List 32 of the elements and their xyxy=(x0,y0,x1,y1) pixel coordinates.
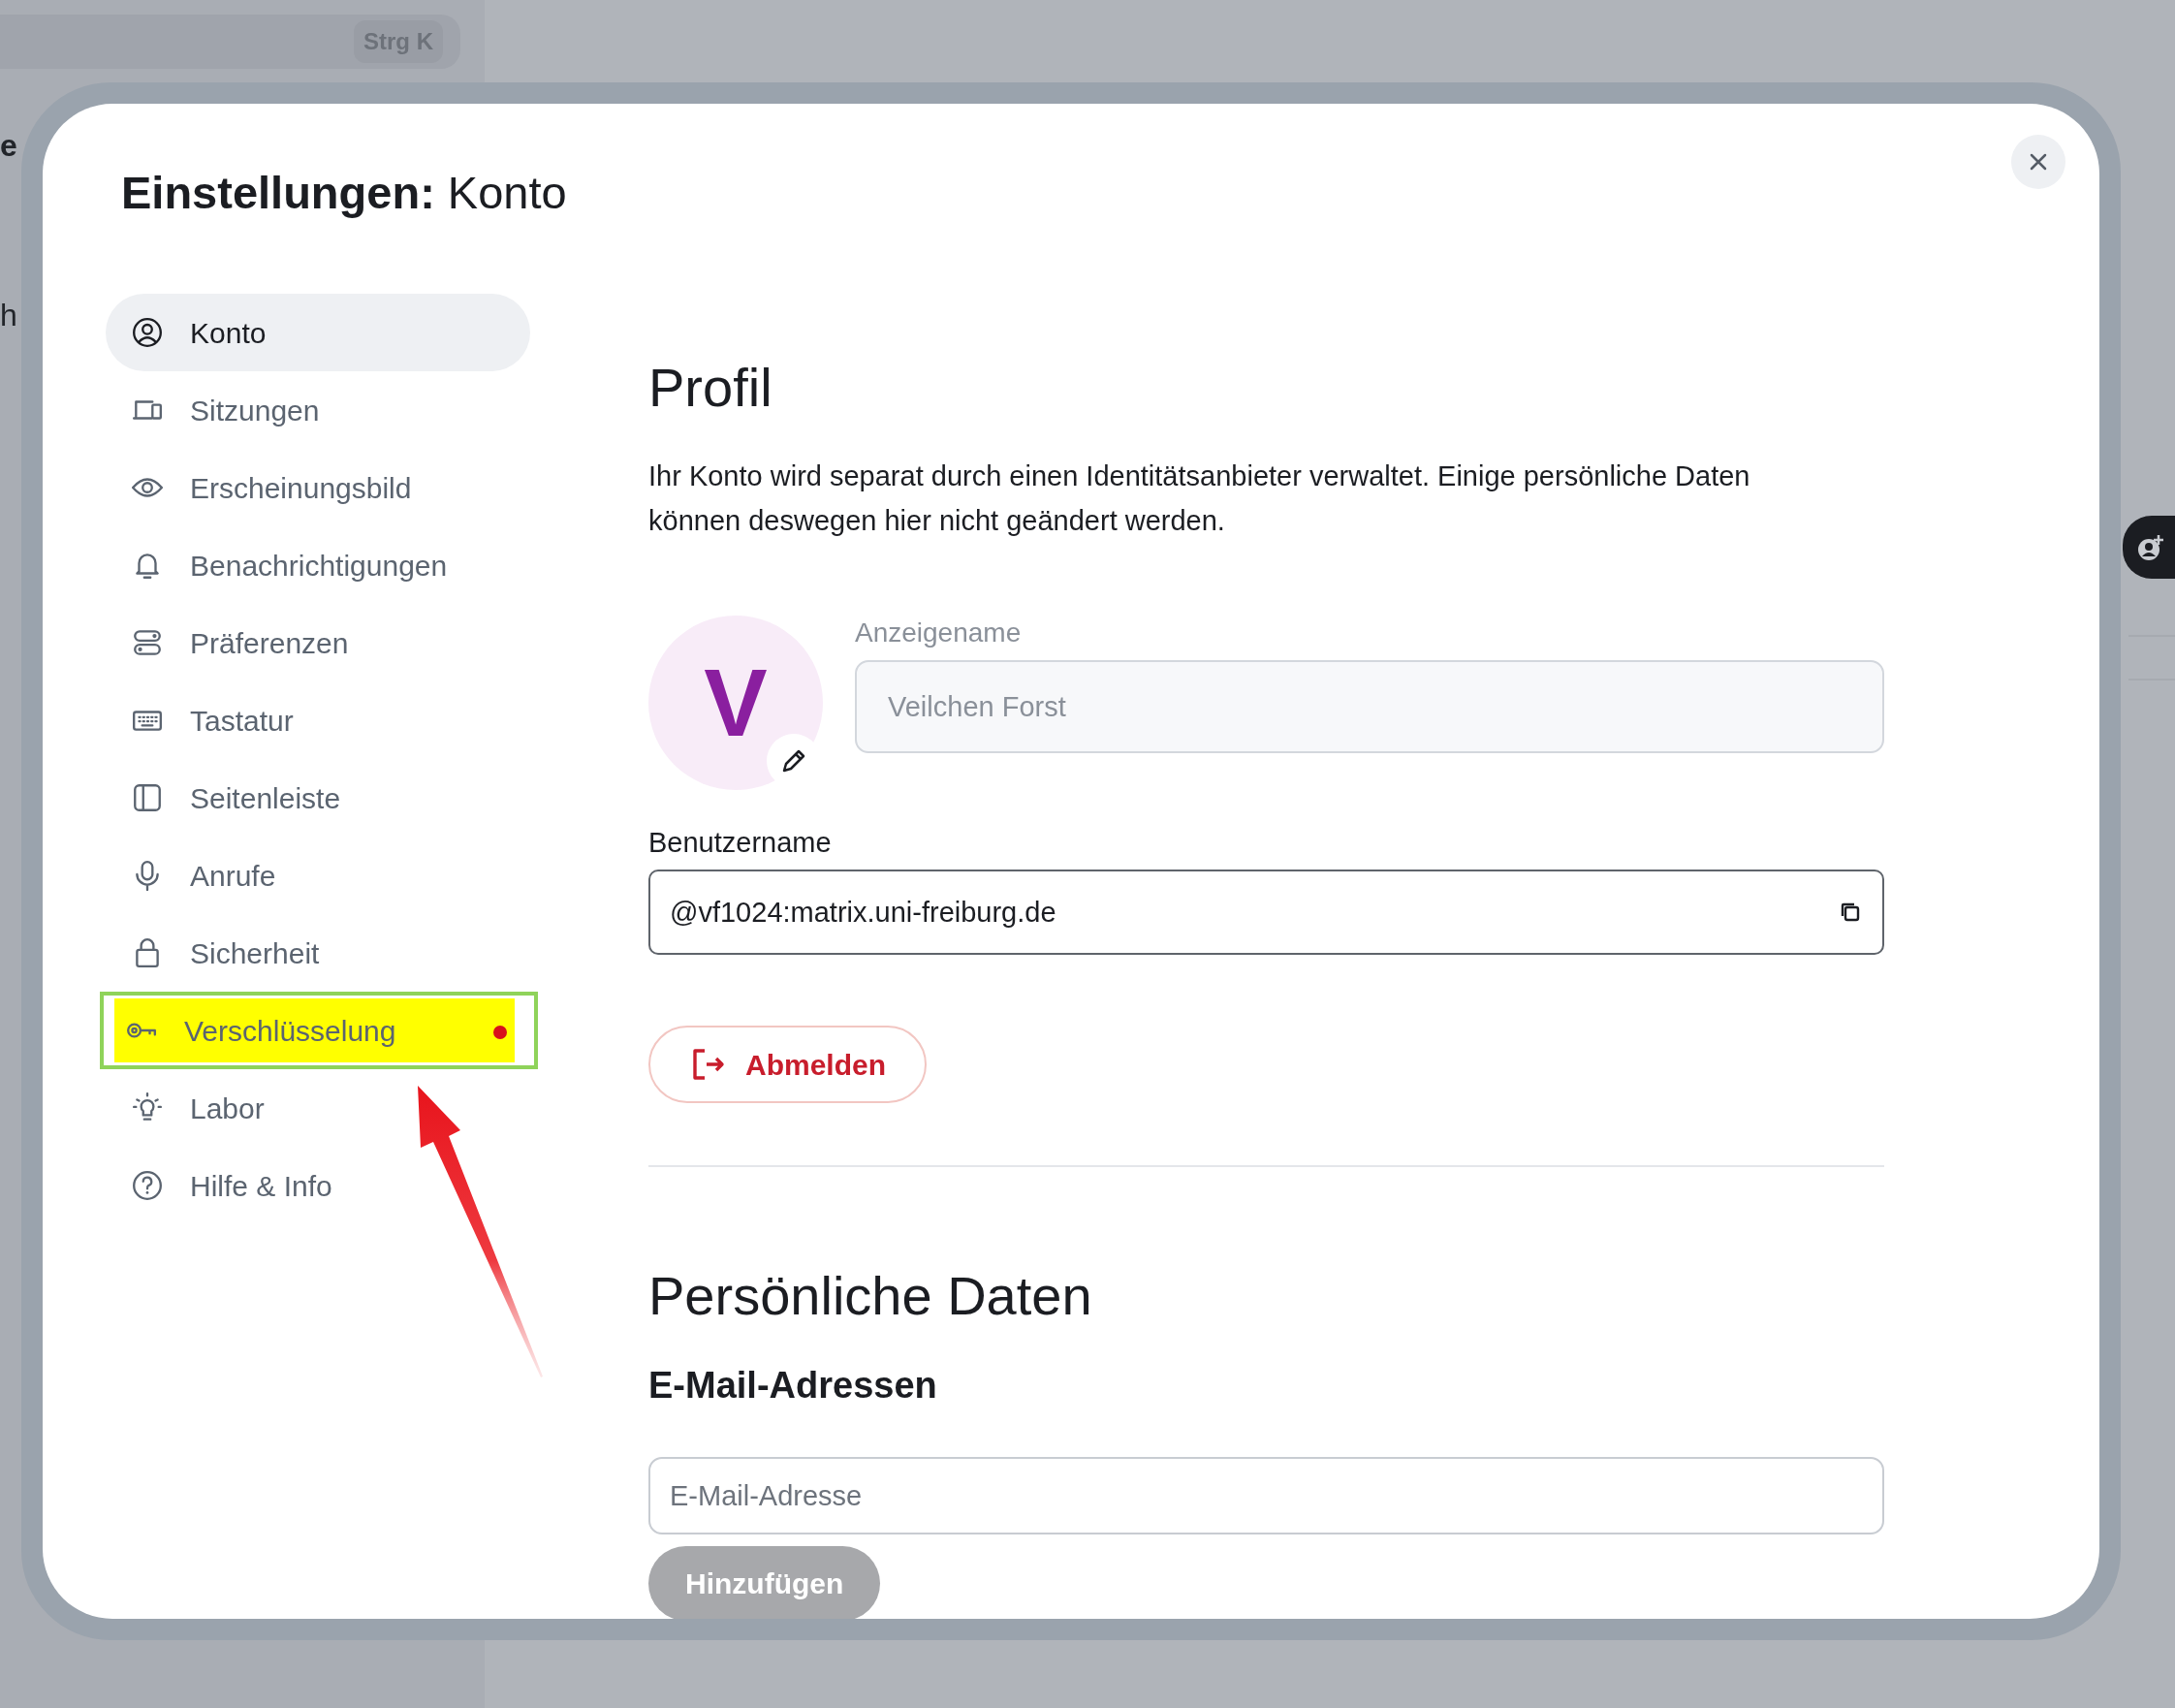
sidebar-icon xyxy=(131,781,164,814)
sidebar-item[interactable]: Anrufe xyxy=(106,837,530,914)
dialog-title: Einstellungen: Konto xyxy=(120,166,568,220)
help-icon xyxy=(131,1169,164,1202)
sidebar-item[interactable]: Seitenleiste xyxy=(106,759,530,837)
add-user-icon xyxy=(2136,532,2165,562)
close-button[interactable] xyxy=(2011,135,2065,189)
sidebar-item[interactable]: Labor xyxy=(106,1069,530,1147)
field-label: Benutzername xyxy=(648,826,833,860)
background-text: e xyxy=(0,127,17,165)
username-field[interactable]: @vf1024:matrix.uni-freiburg.de xyxy=(648,870,1884,955)
field-label: Anzeigename xyxy=(855,617,1023,649)
sidebar-item[interactable]: Sicherheit xyxy=(106,914,530,992)
side-tab[interactable] xyxy=(2123,516,2175,579)
sidebar-item[interactable]: Hilfe & Info xyxy=(106,1147,530,1224)
subsection-heading: E-Mail-Adressen xyxy=(648,1364,938,1408)
email-field[interactable]: E-Mail-Adresse xyxy=(648,1457,1884,1534)
description-text: Ihr Konto wird separat durch einen Identitätsanbieter verwaltet. Einige persönliche Daten können deswegen hier nicht geändert werden. xyxy=(648,459,1751,538)
sidebar-item[interactable]: Tastatur xyxy=(106,681,530,759)
avatar[interactable]: V xyxy=(648,616,823,790)
sidebar-item[interactable]: Erscheinungsbild xyxy=(106,449,530,526)
sidebar-item[interactable]: Verschlüsselung xyxy=(114,998,515,1062)
section-heading: Persönliche Daten xyxy=(648,1264,1093,1328)
user-icon xyxy=(131,316,164,349)
sidebar-item[interactable]: Präferenzen xyxy=(106,604,530,681)
background-text: h xyxy=(0,297,17,334)
sidebar-item[interactable]: Konto xyxy=(106,294,530,371)
close-icon xyxy=(2029,152,2048,172)
sidebar-item[interactable]: Benachrichtigungen xyxy=(106,526,530,604)
sidebar-item[interactable]: Sitzungen xyxy=(106,371,530,449)
section-heading: Profil xyxy=(648,356,773,420)
sign-out-button[interactable]: Abmelden xyxy=(648,1026,928,1103)
